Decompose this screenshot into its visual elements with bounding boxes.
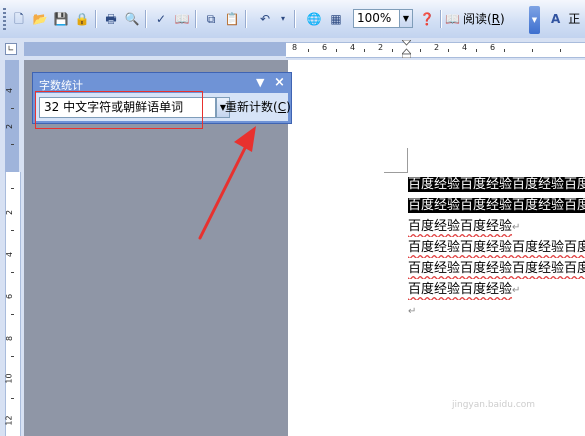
annotation-arrow-icon <box>198 126 256 240</box>
watermark-url: jingyan.baidu.com <box>452 400 536 410</box>
watermark-text: Bai 经验 <box>452 376 527 397</box>
baidu-watermark-logo: Bai 经验 jingyan.baidu.com <box>452 372 580 412</box>
